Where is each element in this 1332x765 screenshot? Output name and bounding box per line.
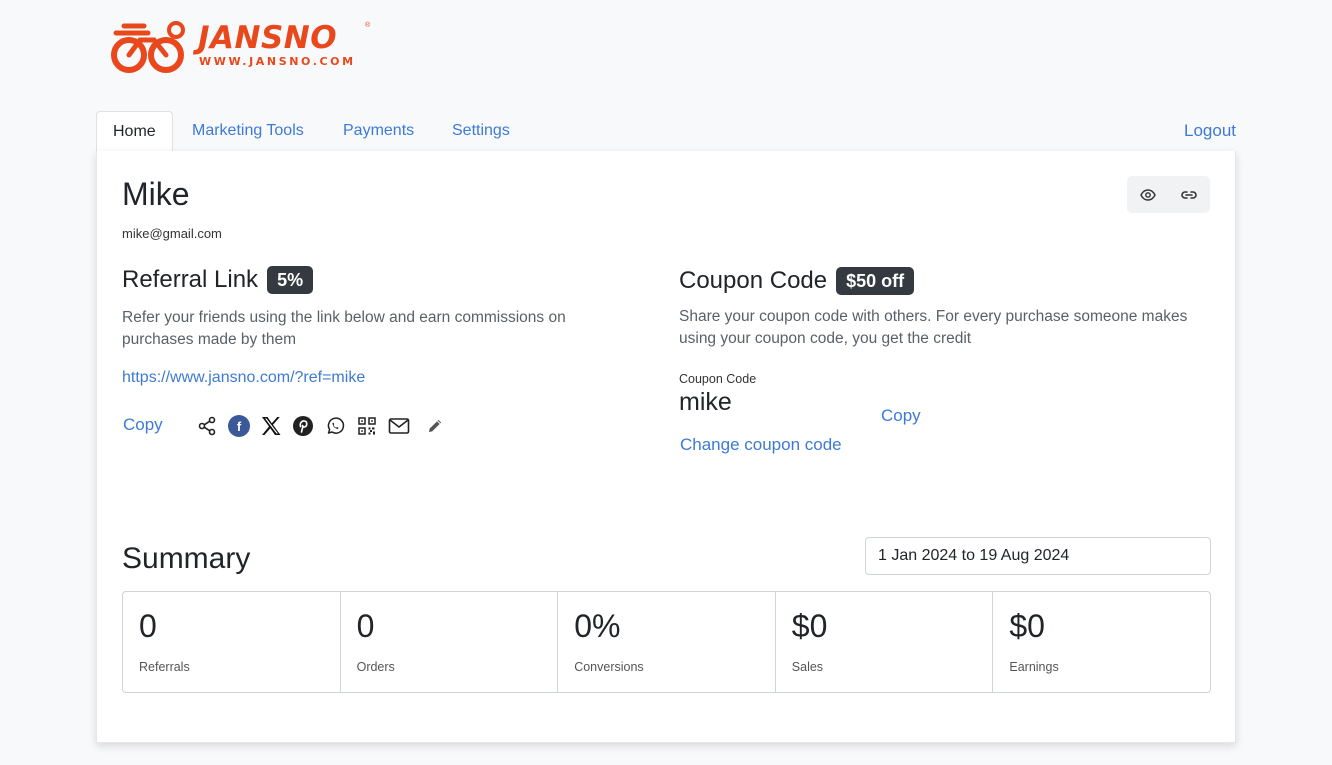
bicycle-logo-icon: [111, 21, 185, 73]
summary-stats: 0 Referrals 0 Orders 0% Conversions $0 S…: [122, 591, 1211, 693]
profile-name: Mike: [122, 176, 190, 212]
tab-bar: Home Marketing Tools Payments Settings L…: [96, 111, 1236, 153]
x-icon[interactable]: [255, 414, 287, 438]
stat-orders: 0 Orders: [341, 592, 559, 692]
stat-sales: $0 Sales: [776, 592, 994, 692]
copy-coupon-code[interactable]: Copy: [881, 406, 921, 426]
qr-code-icon[interactable]: [351, 414, 383, 438]
edit-pencil-icon[interactable]: [419, 414, 451, 438]
stat-earnings: $0 Earnings: [993, 592, 1210, 692]
stat-value: 0: [139, 608, 157, 644]
coupon-title: Coupon Code: [679, 267, 828, 294]
coupon-badge: $50 off: [836, 267, 915, 295]
stat-value: $0: [791, 608, 828, 644]
stat-label: Referrals: [139, 660, 190, 674]
change-coupon-code-link[interactable]: Change coupon code: [680, 435, 842, 455]
tab-settings[interactable]: Settings: [436, 111, 526, 152]
share-icon[interactable]: [191, 414, 223, 438]
referral-title: Referral Link: [122, 266, 259, 293]
brand-url: WWW.JANSNO.COM: [199, 55, 356, 68]
stat-value: 0%: [574, 608, 621, 644]
brand-logo: JANSNO ® WWW.JANSNO.COM: [110, 18, 380, 74]
stat-value: 0: [356, 608, 375, 644]
summary-title: Summary: [122, 542, 251, 575]
stat-label: Sales: [791, 660, 824, 674]
referral-link[interactable]: https://www.jansno.com/?ref=mike: [122, 369, 365, 387]
facebook-icon[interactable]: f: [223, 414, 255, 438]
stat-label: Conversions: [574, 660, 644, 674]
profile-email: mike@gmail.com: [122, 226, 222, 241]
stat-value: $0: [1009, 608, 1045, 644]
brand-registered: ®: [365, 22, 371, 29]
whatsapp-icon[interactable]: [319, 414, 351, 438]
coupon-section-title: Coupon Code $50 off: [679, 267, 915, 295]
dashboard-card: Mike mike@gmail.com Referral Link 5% Ref…: [96, 151, 1236, 743]
commission-badge: 5%: [267, 266, 314, 294]
svg-text:f: f: [237, 419, 242, 434]
share-icons: f: [191, 414, 451, 438]
copy-referral-link[interactable]: Copy: [123, 415, 163, 435]
logout-link[interactable]: Logout: [1184, 111, 1236, 151]
pinterest-icon[interactable]: [287, 414, 319, 438]
tab-payments[interactable]: Payments: [327, 111, 430, 152]
stat-referrals: 0 Referrals: [123, 592, 341, 692]
coupon-code-value: mike: [679, 388, 732, 416]
profile-actions: [1127, 176, 1210, 213]
tab-home[interactable]: Home: [96, 111, 173, 153]
stat-label: Orders: [356, 660, 395, 674]
coupon-code-label: Coupon Code: [679, 372, 757, 386]
email-icon[interactable]: [383, 414, 415, 438]
view-icon[interactable]: [1127, 176, 1168, 213]
date-range-input[interactable]: 1 Jan 2024 to 19 Aug 2024: [865, 537, 1211, 575]
tab-marketing-tools[interactable]: Marketing Tools: [176, 111, 320, 152]
stat-conversions: 0% Conversions: [558, 592, 776, 692]
brand-name: JANSNO: [198, 20, 338, 56]
coupon-description: Share your coupon code with others. For …: [679, 308, 1188, 347]
link-icon[interactable]: [1168, 176, 1209, 213]
referral-description: Refer your friends using the link below …: [122, 309, 566, 348]
stat-label: Earnings: [1009, 660, 1059, 674]
referral-section-title: Referral Link 5%: [122, 266, 314, 294]
